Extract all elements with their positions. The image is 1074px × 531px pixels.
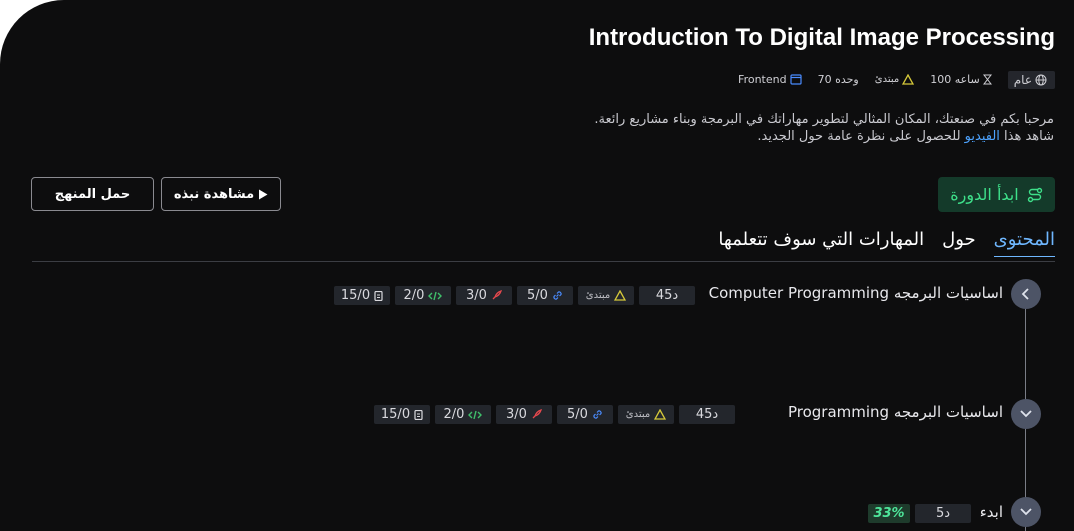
course-tabs: المحتوى حول المهارات التي سوف تتعلمها [718,229,1055,257]
tab-about[interactable]: حول [942,229,976,257]
window-icon [789,74,802,85]
document-icon [414,409,423,420]
module-title[interactable]: اساسيات البرمجه Programming [788,403,1003,421]
level-tag: مبتدئ [618,405,674,424]
rocket-icon [492,290,502,300]
units-info: 70 وحده [818,73,859,86]
expand-module-button[interactable] [1011,497,1041,527]
start-course-button[interactable]: ابدأ الدورة [938,177,1055,212]
triangle-icon [614,290,627,301]
intro-text-pre: شاهد هذا [999,129,1054,144]
download-curriculum-button[interactable]: حمل المنهج [31,177,154,211]
intro-text-post: للحصول على نظرة عامة حول الجديد. [757,129,965,144]
level-info: مبتدئ [874,74,915,85]
projects-tag: 3/0 [456,286,512,305]
code-icon [468,410,483,419]
start-course-label: ابدأ الدورة [950,185,1019,204]
quizzes-tag: 15/0 [334,286,390,305]
duration-tag: 45د [639,286,695,305]
module-title[interactable]: ابدء [980,503,1003,521]
track-info: Frontend [738,73,802,86]
hourglass-icon [982,74,992,85]
projects-count: 3/0 [506,407,527,422]
links-tag: 5/0 [557,405,613,424]
triangle-icon [654,409,667,420]
track-label: Frontend [738,73,787,86]
triangle-icon [902,74,915,85]
exercises-count: 2/0 [443,407,465,422]
tab-skills[interactable]: المهارات التي سوف تتعلمها [718,229,924,257]
duration-tag: 45د [679,405,735,424]
course-title: Introduction To Digital Image Processing [588,24,1055,51]
chevron-down-icon [1020,410,1032,418]
play-icon [259,189,268,199]
links-tag: 5/0 [517,286,573,305]
hours-info: 100 ساعه [930,73,992,86]
exercises-tag: 2/0 [395,286,451,305]
course-meta: عام 100 ساعه مبتدئ 70 وحده Frontend [738,70,1055,89]
link-icon [593,410,602,419]
document-icon [374,290,383,301]
projects-tag: 3/0 [496,405,552,424]
watch-preview-label: مشاهدة نبذه [173,186,255,202]
tab-content[interactable]: المحتوى [993,229,1055,257]
watch-preview-button[interactable]: مشاهدة نبذه [161,177,281,211]
chevron-left-icon [1021,288,1029,300]
module-tags: 15/0 2/0 3/0 5/0 مبتدئ 45د [374,405,735,424]
module-tags: 33% 5د [868,504,971,523]
expand-module-button[interactable] [1011,399,1041,429]
route-icon [1027,187,1042,202]
level-text: مبتدئ [625,409,651,420]
level-text: مبتدئ [585,290,611,301]
intro-line-2: شاهد هذا الفيديو للحصول على نظرة عامة حو… [454,128,1054,145]
module-title[interactable]: اساسيات البرمجه Computer Programming [709,284,1003,302]
exercises-tag: 2/0 [435,405,491,424]
course-intro: مرحبا بكم في صنعتك، المكان المثالي لتطوي… [454,111,1054,145]
links-count: 5/0 [527,288,548,303]
projects-count: 3/0 [466,288,487,303]
code-icon [428,291,443,300]
exercises-count: 2/0 [403,288,425,303]
duration-tag: 5د [915,504,971,523]
tabs-divider [32,261,1055,262]
globe-icon [1035,74,1047,85]
link-icon [553,291,562,300]
quizzes-count: 15/0 [340,288,371,303]
chevron-down-icon [1020,508,1032,516]
quizzes-count: 15/0 [380,407,411,422]
level-label: مبتدئ [874,74,900,85]
progress-badge: 33% [868,504,910,523]
collapse-module-button[interactable] [1011,279,1041,309]
visibility-label: عام [1013,72,1032,87]
hours-label: 100 ساعه [930,73,980,86]
quizzes-tag: 15/0 [374,405,430,424]
module-tags: 15/0 2/0 3/0 5/0 مبتدئ 45د [334,286,695,305]
video-link[interactable]: الفيديو [965,129,1000,144]
intro-line-1: مرحبا بكم في صنعتك، المكان المثالي لتطوي… [594,112,1054,127]
rocket-icon [532,409,542,419]
course-panel: Introduction To Digital Image Processing… [0,0,1074,531]
units-label: 70 وحده [817,73,859,86]
links-count: 5/0 [567,407,588,422]
level-tag: مبتدئ [578,286,634,305]
visibility-badge: عام [1007,70,1055,89]
